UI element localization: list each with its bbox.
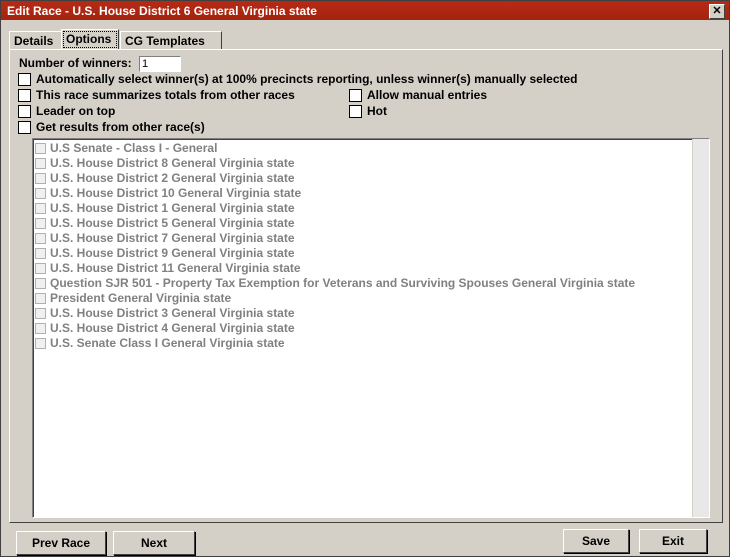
list-item-label: U.S. House District 7 General Virginia s… xyxy=(50,231,295,245)
list-item-checkbox[interactable] xyxy=(35,338,46,349)
get-results-label: Get results from other race(s) xyxy=(36,120,205,134)
race-list[interactable]: U.S Senate - Class I - General U.S. Hous… xyxy=(32,138,710,518)
auto-select-checkbox[interactable] xyxy=(18,73,31,86)
list-item-label: U.S. House District 9 General Virginia s… xyxy=(50,246,295,260)
num-winners-input[interactable]: 1 xyxy=(139,56,181,72)
tab-options-label: Options xyxy=(66,32,112,46)
list-item-label: President General Virginia state xyxy=(50,291,232,305)
prev-race-button[interactable]: Prev Race xyxy=(16,531,106,555)
list-item-checkbox[interactable] xyxy=(35,263,46,274)
auto-select-label: Automatically select winner(s) at 100% p… xyxy=(36,72,578,86)
list-item-label: U.S. Senate Class I General Virginia sta… xyxy=(50,336,285,350)
window-title: Edit Race - U.S. House District 6 Genera… xyxy=(7,4,317,18)
list-item-checkbox[interactable] xyxy=(35,203,46,214)
list-item-checkbox[interactable] xyxy=(35,308,46,319)
tab-details[interactable]: Details xyxy=(9,31,63,50)
list-item-label: U.S. House District 11 General Virginia … xyxy=(50,261,301,275)
tab-details-label: Details xyxy=(14,34,54,48)
allow-manual-checkbox[interactable] xyxy=(349,89,362,102)
title-bar[interactable]: Edit Race - U.S. House District 6 Genera… xyxy=(1,1,729,20)
tab-options[interactable]: Options xyxy=(61,29,119,50)
list-item-checkbox[interactable] xyxy=(35,188,46,199)
list-item-checkbox[interactable] xyxy=(35,233,46,244)
list-item-checkbox[interactable] xyxy=(35,218,46,229)
list-item-label: U.S. House District 10 General Virginia … xyxy=(50,186,302,200)
list-item-checkbox[interactable] xyxy=(35,293,46,304)
close-icon: ✕ xyxy=(712,5,722,17)
tab-cg-templates[interactable]: CG Templates xyxy=(120,31,222,50)
list-scrollbar[interactable] xyxy=(692,139,709,517)
num-winners-label: Number of winners: xyxy=(19,56,132,70)
list-item-checkbox[interactable] xyxy=(35,173,46,184)
allow-manual-label: Allow manual entries xyxy=(367,88,488,102)
list-item-label: U.S. House District 8 General Virginia s… xyxy=(50,156,295,170)
list-item-checkbox[interactable] xyxy=(35,143,46,154)
next-button[interactable]: Next xyxy=(113,531,195,555)
list-item-checkbox[interactable] xyxy=(35,323,46,334)
list-item-label: U.S. House District 1 General Virginia s… xyxy=(50,201,295,215)
list-item-label: U.S. House District 4 General Virginia s… xyxy=(50,321,295,335)
list-item-label: U.S Senate - Class I - General xyxy=(50,141,218,155)
hot-checkbox[interactable] xyxy=(349,105,362,118)
list-item-checkbox[interactable] xyxy=(35,248,46,259)
hot-label: Hot xyxy=(367,104,387,118)
leader-on-top-checkbox[interactable] xyxy=(18,105,31,118)
exit-button[interactable]: Exit xyxy=(639,529,707,553)
edit-race-dialog: Edit Race - U.S. House District 6 Genera… xyxy=(0,0,730,557)
list-item-label: U.S. House District 5 General Virginia s… xyxy=(50,216,295,230)
list-item-checkbox[interactable] xyxy=(35,278,46,289)
get-results-checkbox[interactable] xyxy=(18,121,31,134)
tab-cg-templates-label: CG Templates xyxy=(125,34,205,48)
list-item-label: U.S. House District 2 General Virginia s… xyxy=(50,171,295,185)
summarize-checkbox[interactable] xyxy=(18,89,31,102)
list-item-label: Question SJR 501 - Property Tax Exemptio… xyxy=(50,276,636,290)
leader-on-top-label: Leader on top xyxy=(36,104,116,118)
summarize-label: This race summarizes totals from other r… xyxy=(36,88,295,102)
close-button[interactable]: ✕ xyxy=(709,4,725,19)
list-item-checkbox[interactable] xyxy=(35,158,46,169)
list-item-label: U.S. House District 3 General Virginia s… xyxy=(50,306,295,320)
save-button[interactable]: Save xyxy=(563,529,629,553)
